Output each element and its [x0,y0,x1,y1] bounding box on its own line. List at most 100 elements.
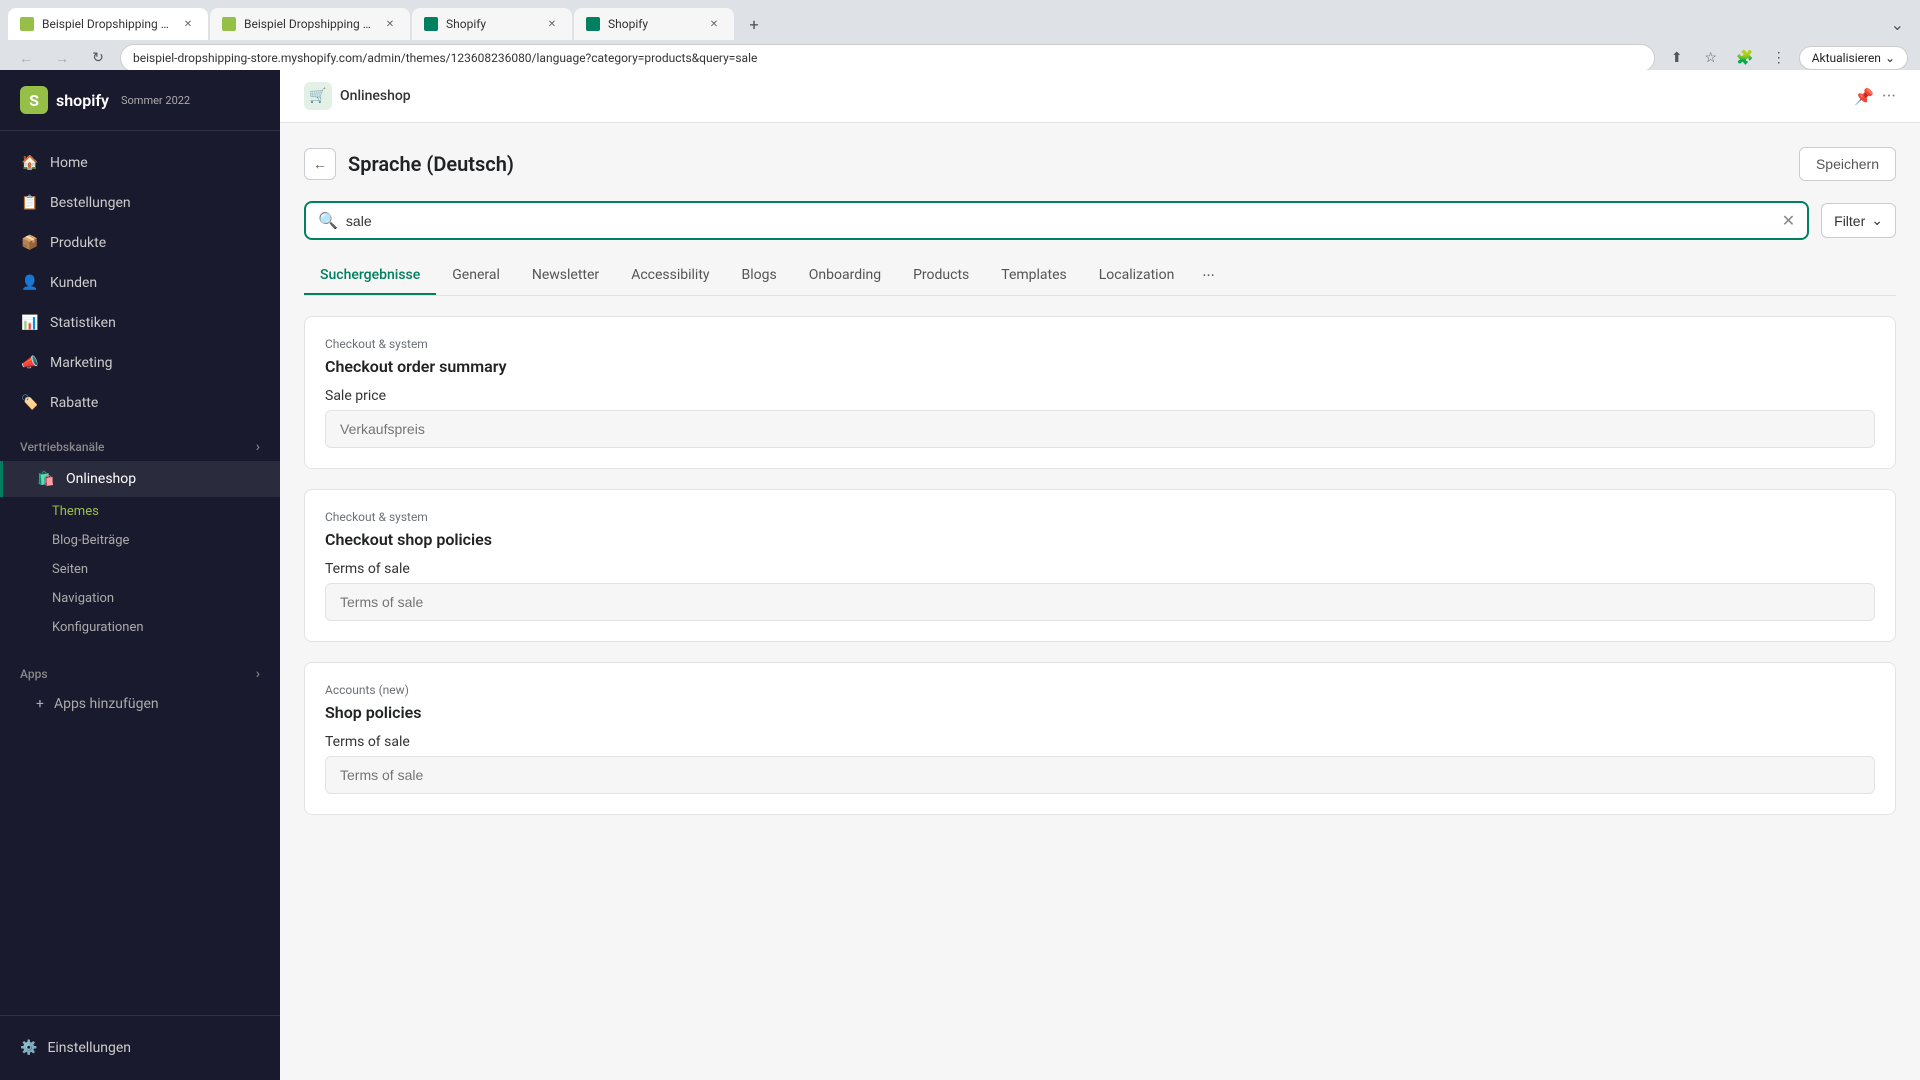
themes-label: Themes [52,504,99,519]
browser-tab-1[interactable]: Beispiel Dropshipping Store ·... ✕ [8,8,208,40]
tab-onboarding[interactable]: Onboarding [793,257,897,295]
tab-favicon-4 [586,17,600,31]
new-tab-button[interactable]: + [740,10,768,38]
browser-tab-4[interactable]: Shopify ✕ [574,8,734,40]
analytics-icon: 📊 [20,313,40,333]
sidebar-item-onlineshop[interactable]: 🛍️ Onlineshop [0,461,280,497]
page-header: ← Sprache (Deutsch) Speichern [304,147,1896,181]
section-shop-policies: Accounts (new) Shop policies Terms of sa… [304,662,1896,815]
section-category-3: Accounts (new) [325,683,1875,697]
tab-localization[interactable]: Localization [1083,257,1191,295]
field-label-sale-price: Sale price [325,388,1875,404]
extensions-button[interactable]: 🧩 [1731,44,1759,72]
sidebar-item-rabatte-label: Rabatte [50,395,98,411]
sidebar-item-home[interactable]: 🏠 Home [0,143,280,183]
shopify-season: Sommer 2022 [121,94,190,107]
sidebar-item-onlineshop-label: Onlineshop [66,471,136,487]
update-button[interactable]: Aktualisieren ⌄ [1799,46,1908,70]
browser-menu-button[interactable]: ⋮ [1765,44,1793,72]
forward-nav-button[interactable]: → [48,44,76,72]
browser-tab-3[interactable]: Shopify ✕ [412,8,572,40]
section-title-3: Shop policies [325,703,1875,722]
section-category-1: Checkout & system [325,337,1875,351]
sidebar-nav: 🏠 Home 📋 Bestellungen 📦 Produkte 👤 Kunde… [0,131,280,1015]
vertriebskanaele-section[interactable]: Vertriebskanäle › [0,423,280,461]
pin-button[interactable]: 📌 [1854,87,1874,106]
shopify-logo: S shopify Sommer 2022 [20,86,190,114]
tab-close-1[interactable]: ✕ [180,16,196,32]
tab-general[interactable]: General [436,257,516,295]
tab-newsletter[interactable]: Newsletter [516,257,615,295]
sidebar-item-statistiken[interactable]: 📊 Statistiken [0,303,280,343]
sidebar-item-themes[interactable]: Themes [0,497,280,526]
sidebar-item-rabatte[interactable]: 🏷️ Rabatte [0,383,280,423]
share-button[interactable]: ⬆ [1663,44,1691,72]
terms-of-sale-input-1[interactable] [325,583,1875,621]
sidebar-header: S shopify Sommer 2022 [0,70,280,131]
tab-products[interactable]: Products [897,257,985,295]
sidebar-item-bestellungen[interactable]: 📋 Bestellungen [0,183,280,223]
tab-suchergebnisse[interactable]: Suchergebnisse [304,257,436,295]
tab-title-2: Beispiel Dropshipping Store [244,17,374,31]
translation-search-input[interactable] [346,213,1774,229]
sidebar-item-navigation[interactable]: Navigation [0,584,280,613]
browser-chrome: Beispiel Dropshipping Store ·... ✕ Beisp… [0,0,1920,70]
tab-title-4: Shopify [608,17,698,31]
onlineshop-icon: 🛍️ [36,469,56,489]
tab-close-3[interactable]: ✕ [544,16,560,32]
apps-section-label: Apps › [0,650,280,688]
clear-search-button[interactable]: ✕ [1782,211,1795,230]
tab-title-1: Beispiel Dropshipping Store ·... [42,17,172,31]
sidebar-item-seiten[interactable]: Seiten [0,555,280,584]
bookmark-button[interactable]: ☆ [1697,44,1725,72]
sidebar-item-marketing[interactable]: 📣 Marketing [0,343,280,383]
discounts-icon: 🏷️ [20,393,40,413]
search-icon: 🔍 [318,211,338,230]
customers-icon: 👤 [20,273,40,293]
tab-blogs[interactable]: Blogs [726,257,793,295]
filter-button[interactable]: Filter ⌄ [1821,203,1896,238]
content-area: Checkout & system Checkout order summary… [304,316,1896,815]
sidebar-item-produkte-label: Produkte [50,235,106,251]
tabs-bar: Suchergebnisse General Newsletter Access… [304,256,1896,296]
navigation-label: Navigation [52,591,114,606]
back-nav-button[interactable]: ← [12,44,40,72]
section-title-2: Checkout shop policies [325,530,1875,549]
sidebar-item-statistiken-label: Statistiken [50,315,116,331]
save-button[interactable]: Speichern [1799,147,1896,181]
shopify-logo-text: shopify [56,91,109,110]
filter-label: Filter [1834,213,1865,229]
sidebar-settings[interactable]: ⚙️ Einstellungen [20,1032,260,1064]
tabs-more-button[interactable]: ··· [1190,256,1227,295]
terms-of-sale-input-2[interactable] [325,756,1875,794]
back-button[interactable]: ← [304,148,336,180]
tab-templates[interactable]: Templates [985,257,1083,295]
orders-icon: 📋 [20,193,40,213]
section-title-1: Checkout order summary [325,357,1875,376]
tab-close-4[interactable]: ✕ [706,16,722,32]
tab-favicon-3 [424,17,438,31]
sidebar: S shopify Sommer 2022 🏠 Home 📋 Bestellun… [0,70,280,1080]
sale-price-input[interactable] [325,410,1875,448]
sidebar-item-produkte[interactable]: 📦 Produkte [0,223,280,263]
sidebar-item-home-label: Home [50,155,88,171]
tab-accessibility[interactable]: Accessibility [615,257,725,295]
store-more-button[interactable]: ··· [1882,86,1896,107]
update-chevron-icon: ⌄ [1885,51,1895,65]
search-filter-bar: 🔍 ✕ Filter ⌄ [304,201,1896,240]
reload-button[interactable]: ↻ [84,44,112,72]
settings-icon: ⚙️ [20,1040,37,1056]
sidebar-item-blog[interactable]: Blog-Beiträge [0,526,280,555]
field-label-terms-of-sale-1: Terms of sale [325,561,1875,577]
sidebar-item-konfigurationen[interactable]: Konfigurationen [0,613,280,642]
address-bar[interactable]: beispiel-dropshipping-store.myshopify.co… [120,44,1655,72]
tab-close-2[interactable]: ✕ [382,16,398,32]
sidebar-item-kunden[interactable]: 👤 Kunden [0,263,280,303]
store-icon: 🛒 [304,82,332,110]
apps-add-label: Apps hinzufügen [54,696,159,712]
seiten-label: Seiten [52,562,88,577]
browser-tab-2[interactable]: Beispiel Dropshipping Store ✕ [210,8,410,40]
sidebar-add-apps[interactable]: + Apps hinzufügen [0,688,280,720]
sidebar-item-marketing-label: Marketing [50,355,113,371]
tab-overflow-button[interactable]: ⌄ [1891,15,1912,34]
